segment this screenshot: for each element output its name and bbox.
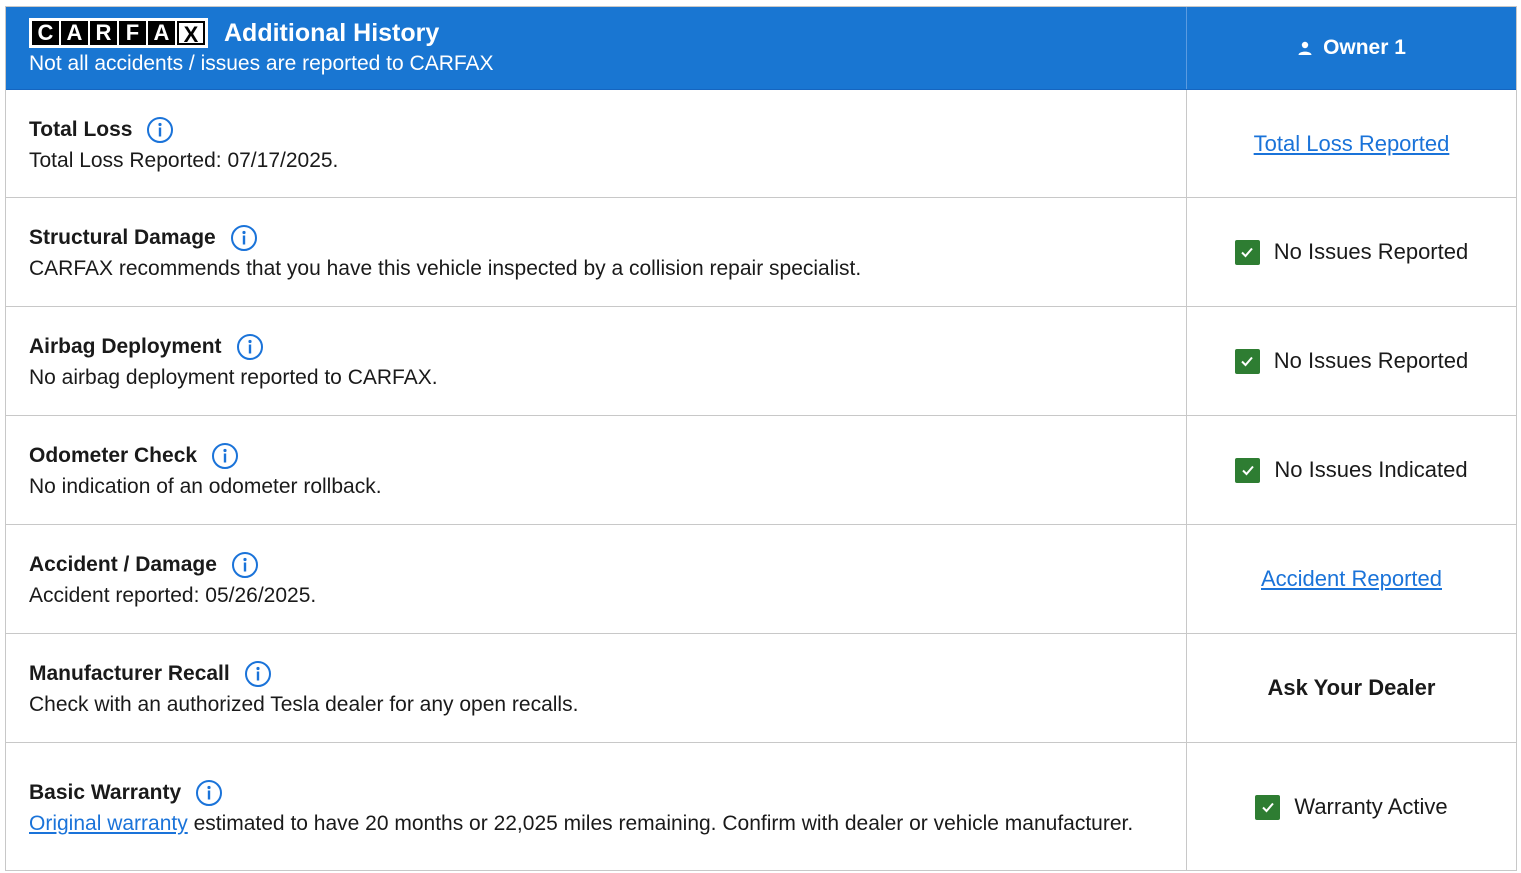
logo-letter: A <box>148 21 175 45</box>
row-info: Odometer Check No indication of an odome… <box>6 416 1187 524</box>
status-indicator: No Issues Reported <box>1234 239 1469 265</box>
info-icon[interactable] <box>236 333 264 361</box>
logo-letter: C <box>32 21 59 45</box>
row-title: Total Loss <box>29 117 133 141</box>
total-loss-reported-link[interactable]: Total Loss Reported <box>1254 131 1450 157</box>
row-title-line: Structural Damage <box>29 224 1186 252</box>
row-status: No Issues Reported <box>1187 307 1516 415</box>
accident-reported-link[interactable]: Accident Reported <box>1261 566 1442 592</box>
row-title-line: Airbag Deployment <box>29 333 1186 361</box>
row-title: Odometer Check <box>29 444 198 467</box>
row-description: No indication of an odometer rollback. <box>29 475 382 498</box>
row-title-line: Basic Warranty <box>29 779 1186 807</box>
checkbox-checked-icon <box>1234 239 1260 265</box>
row-title: Airbag Deployment <box>29 335 222 358</box>
row-description: Check with an authorized Tesla dealer fo… <box>29 693 579 716</box>
row-description: Accident reported: 05/26/2025. <box>29 584 317 607</box>
person-icon <box>1298 41 1312 55</box>
row-info: Basic Warranty Original warranty estimat… <box>6 743 1187 871</box>
row-info: Manufacturer Recall Check with an author… <box>6 634 1187 742</box>
row-info: Total Loss Total Loss Reported: 07/17/20… <box>6 90 1187 197</box>
original-warranty-link[interactable]: Original warranty <box>29 812 188 835</box>
row-title-line: Total Loss <box>29 116 1186 144</box>
history-row-odometer-check: Odometer Check No indication of an odome… <box>6 416 1516 525</box>
status-text: No Issues Reported <box>1273 348 1469 373</box>
owner-label: Owner 1 <box>1323 36 1406 59</box>
status-indicator: No Issues Reported <box>1234 348 1469 374</box>
row-info: Structural Damage CARFAX recommends that… <box>6 198 1187 306</box>
row-title: Basic Warranty <box>29 781 182 804</box>
history-row-accident-damage: Accident / Damage Accident reported: 05/… <box>6 525 1516 634</box>
row-description: CARFAX recommends that you have this veh… <box>29 257 862 280</box>
row-description: No airbag deployment reported to CARFAX. <box>29 366 438 389</box>
history-row-total-loss: Total Loss Total Loss Reported: 07/17/20… <box>6 90 1516 198</box>
row-status: Ask Your Dealer <box>1187 634 1516 742</box>
row-status: Total Loss Reported <box>1187 90 1516 197</box>
row-description: Original warranty estimated to have 20 m… <box>29 813 1186 835</box>
logo-letter: R <box>90 21 117 45</box>
row-title: Accident / Damage <box>29 553 217 576</box>
history-row-basic-warranty: Basic Warranty Original warranty estimat… <box>6 743 1516 871</box>
additional-history-table: C A R F A X Additional History Not all a… <box>5 6 1517 871</box>
status-indicator: No Issues Indicated <box>1235 457 1468 483</box>
row-status: Warranty Active <box>1187 743 1516 871</box>
table-header: C A R F A X Additional History Not all a… <box>6 7 1516 90</box>
row-description: Total Loss Reported: 07/17/2025. <box>29 148 339 172</box>
header-title: Additional History <box>224 18 440 47</box>
info-icon[interactable] <box>211 442 239 470</box>
row-title-line: Manufacturer Recall <box>29 660 1186 688</box>
info-icon[interactable] <box>230 224 258 252</box>
row-title-line: Odometer Check <box>29 442 1186 470</box>
owner-column-header: Owner 1 <box>1297 36 1406 60</box>
info-icon[interactable] <box>146 116 174 144</box>
row-info: Airbag Deployment No airbag deployment r… <box>6 307 1187 415</box>
row-title: Manufacturer Recall <box>29 662 230 685</box>
status-indicator: Warranty Active <box>1255 794 1448 820</box>
history-row-airbag-deployment: Airbag Deployment No airbag deployment r… <box>6 307 1516 416</box>
status-text: No Issues Indicated <box>1274 457 1468 482</box>
info-icon[interactable] <box>231 551 259 579</box>
status-text: No Issues Reported <box>1273 239 1469 264</box>
info-icon[interactable] <box>195 779 223 807</box>
header-right: Owner 1 <box>1187 7 1516 89</box>
brand-line: C A R F A X Additional History <box>29 18 1186 48</box>
history-row-structural-damage: Structural Damage CARFAX recommends that… <box>6 198 1516 307</box>
status-text: Ask Your Dealer <box>1267 675 1436 700</box>
row-title-line: Accident / Damage <box>29 551 1186 579</box>
row-status: No Issues Indicated <box>1187 416 1516 524</box>
warranty-description: estimated to have 20 months or 22,025 mi… <box>187 812 1134 835</box>
info-icon[interactable] <box>244 660 272 688</box>
checkbox-checked-icon <box>1234 348 1260 374</box>
logo-letter: X <box>177 21 205 47</box>
row-title: Structural Damage <box>29 226 216 249</box>
carfax-logo: C A R F A X <box>29 18 208 48</box>
history-row-manufacturer-recall: Manufacturer Recall Check with an author… <box>6 634 1516 743</box>
header-left: C A R F A X Additional History Not all a… <box>6 7 1187 89</box>
row-status: No Issues Reported <box>1187 198 1516 306</box>
checkbox-checked-icon <box>1235 457 1261 483</box>
checkbox-checked-icon <box>1255 794 1281 820</box>
row-info: Accident / Damage Accident reported: 05/… <box>6 525 1187 633</box>
logo-letter: A <box>61 21 88 45</box>
row-status: Accident Reported <box>1187 525 1516 633</box>
logo-letter: F <box>119 21 146 45</box>
status-text: Warranty Active <box>1294 794 1448 819</box>
header-subtitle: Not all accidents / issues are reported … <box>29 52 494 75</box>
